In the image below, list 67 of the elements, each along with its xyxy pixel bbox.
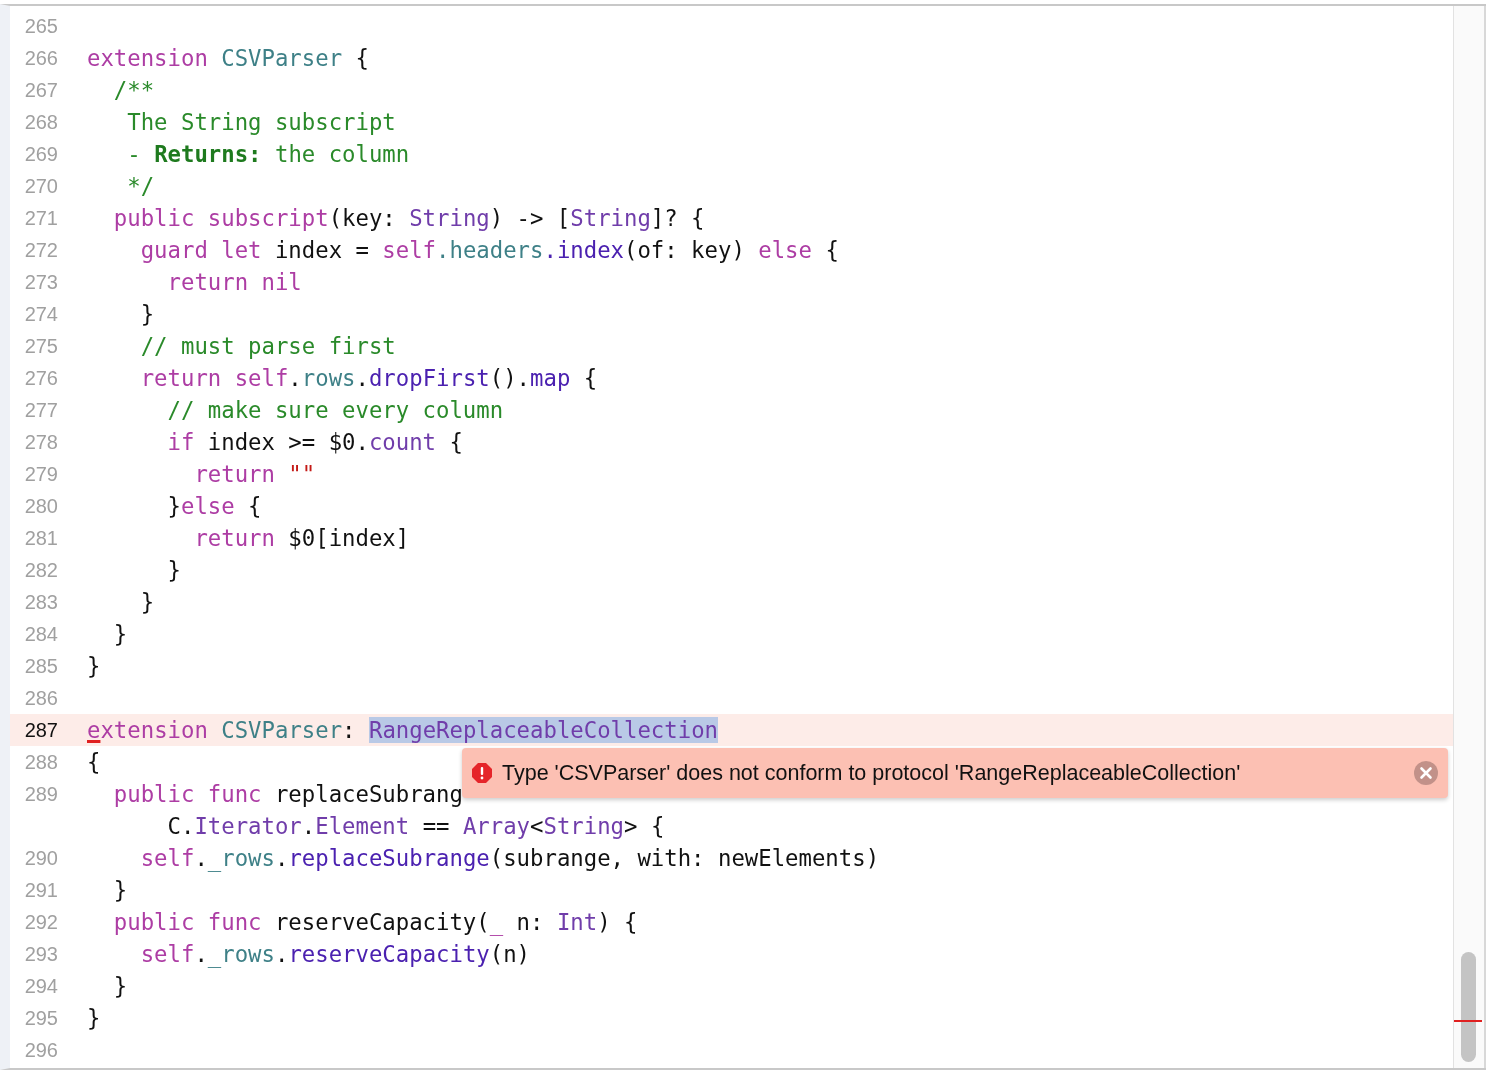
scroll-thumb[interactable] — [1461, 952, 1476, 1062]
line-number: 289 — [24, 782, 58, 805]
line-number: 291 — [24, 878, 58, 901]
code-line: /** — [112, 77, 155, 103]
code-line: - Returns: the column — [126, 141, 410, 167]
code-line: } — [112, 621, 128, 647]
code-line: } — [139, 301, 155, 327]
line-number: 279 — [24, 462, 58, 485]
line-number: 271 — [24, 206, 58, 229]
code-line: } — [166, 557, 181, 583]
code-line: C.Iterator.Element == Array<String> { — [166, 813, 665, 839]
line-number: 282 — [24, 558, 58, 581]
code-line: */ — [126, 173, 155, 199]
line-number: 276 — [24, 366, 58, 389]
code-line: return "" — [193, 461, 316, 487]
code-line: return nil — [166, 269, 302, 295]
line-number: 281 — [24, 526, 58, 549]
code-line: public subscript(key: String) -> [String]? { — [112, 205, 705, 231]
line-number: 295 — [24, 1006, 58, 1029]
line-number: 293 — [24, 942, 58, 965]
line-number: 292 — [24, 910, 58, 933]
close-icon[interactable] — [1414, 761, 1438, 785]
line-number: 285 — [24, 654, 58, 677]
code-line: The String subscript — [126, 109, 396, 135]
code-line: // make sure every column — [166, 397, 504, 423]
line-number: 270 — [24, 174, 58, 197]
code-line: } — [112, 877, 128, 903]
error-marker — [1454, 1020, 1482, 1022]
code-line: // must parse first — [139, 333, 396, 359]
code-line: extension CSVParser: RangeReplaceableCollection — [87, 717, 718, 743]
code-line: if index >= $0.count { — [166, 429, 463, 455]
code-line: return $0[index] — [193, 525, 410, 551]
code-line: self._rows.replaceSubrange(subrange, with: newElements) — [139, 845, 880, 871]
line-number: 286 — [24, 686, 58, 709]
line-number: 294 — [24, 974, 58, 997]
code-line: guard let index = self.headers.index(of: key) else { — [139, 237, 839, 263]
code-line: public func reserveCapacity(_ n: Int) { — [112, 909, 638, 935]
code-line: } — [87, 653, 101, 679]
code-line: return self.rows.dropFirst().map { — [139, 365, 598, 391]
line-number: 284 — [24, 622, 58, 645]
line-number: 273 — [24, 270, 58, 293]
line-number: 277 — [24, 398, 58, 421]
code-line: extension CSVParser { — [87, 45, 369, 71]
error-icon — [472, 763, 492, 783]
code-line: } — [87, 1005, 101, 1031]
line-number: 268 — [24, 110, 58, 133]
line-number: 269 — [24, 142, 58, 165]
line-number: 265 — [24, 14, 58, 37]
code-line: public func replaceSubrang — [112, 781, 463, 807]
line-number: 272 — [24, 238, 58, 261]
line-number: 296 — [24, 1038, 58, 1061]
code-line: self._rows.reserveCapacity(n) — [139, 941, 531, 967]
line-number: 280 — [24, 494, 58, 517]
code-line: }else { — [166, 493, 262, 519]
line-number: 275 — [24, 334, 58, 357]
line-number: 278 — [24, 430, 58, 453]
code-line: } — [139, 589, 155, 615]
line-number: 274 — [24, 302, 58, 325]
line-number: 267 — [24, 78, 58, 101]
line-number: 283 — [24, 590, 58, 613]
line-number: 288 — [24, 750, 58, 773]
code-line: { — [87, 749, 101, 775]
error-message: Type 'CSVParser' does not conform to protocol 'RangeReplaceableCollection' — [502, 760, 1242, 786]
line-number: 290 — [24, 846, 58, 869]
line-number: 266 — [24, 46, 58, 69]
code-line: } — [112, 973, 128, 999]
line-number: 287 — [24, 718, 58, 741]
